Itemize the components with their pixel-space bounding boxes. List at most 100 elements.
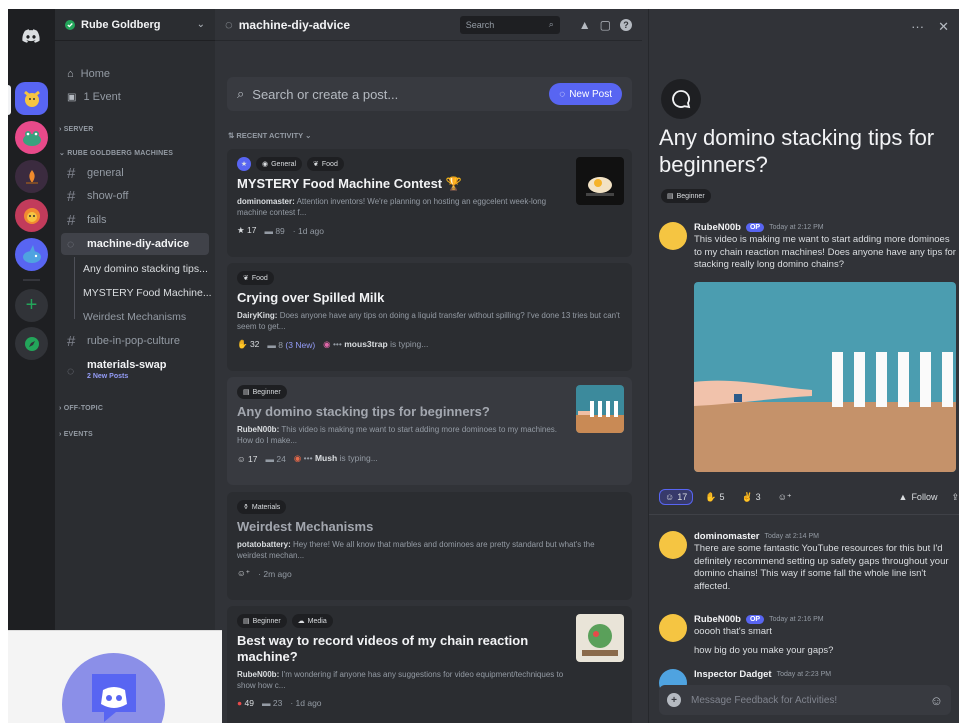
post-card[interactable]: ❦ Food Crying over Spilled Milk DairyKin…	[227, 263, 632, 371]
search-or-create-post[interactable]: ⌕ Search or create a post... ◌ New Post	[227, 77, 632, 111]
avatar[interactable]	[659, 531, 687, 559]
thread-mystery-food[interactable]: MYSTERY Food Machine...	[83, 287, 212, 299]
forum-icon: ◌	[67, 237, 75, 251]
timestamp: Today at 2:16 PM	[769, 616, 824, 623]
channel-rube-in-pop-culture[interactable]: # rube-in-pop-culture	[61, 330, 209, 352]
reply-count: ▬ 8 (3 New)	[267, 339, 316, 350]
reaction-chip[interactable]: ✋ 5	[700, 490, 729, 505]
chevron-down-icon: ⌄	[196, 19, 205, 30]
hash-icon: #	[67, 211, 76, 229]
forum-title: machine-diy-advice	[238, 17, 351, 32]
post-thumbnail	[576, 157, 624, 205]
post-card-selected[interactable]: ▤ Beginner Any domino stacking tips for …	[227, 377, 632, 485]
discord-home-icon[interactable]	[18, 23, 44, 49]
reaction-chip[interactable]: ✌ 3	[736, 490, 765, 505]
explore-servers-icon[interactable]	[15, 327, 48, 360]
bell-icon[interactable]: ▲	[579, 18, 591, 32]
nav-events[interactable]: ▣ 1 Event	[61, 86, 209, 108]
message-input[interactable]: + Message Feedback for Activities! ☺	[659, 685, 951, 715]
channel-general[interactable]: # general	[61, 162, 209, 184]
hash-icon: #	[67, 332, 76, 350]
hash-icon: #	[67, 164, 76, 182]
avatar[interactable]	[659, 614, 687, 642]
channel-show-off[interactable]: # show-off	[61, 185, 209, 207]
tag-general: ◉ General	[256, 157, 303, 171]
add-reaction-icon[interactable]: ☺⁺	[237, 568, 250, 579]
post-preview: DairyKing: Does anyone have any tips on …	[237, 311, 620, 331]
tag-beginner: ▤ Beginner	[237, 385, 287, 399]
emoji-icon[interactable]: ☺	[930, 693, 943, 708]
post-card[interactable]: ▤ Beginner ☁ Media Best way to record vi…	[227, 606, 632, 723]
tag-media: ☁ Media	[291, 614, 333, 628]
tag-materials: ⚱ Materials	[237, 500, 287, 514]
add-server-icon[interactable]: +	[15, 289, 48, 322]
server-campfire-icon[interactable]	[15, 160, 48, 193]
help-icon[interactable]: ?	[620, 18, 632, 31]
nav-home[interactable]: ⌂ Home	[61, 63, 209, 85]
category-machines[interactable]: ⌄ RUBE GOLDBERG MACHINES	[59, 149, 173, 157]
thread-weirdest-mechanisms[interactable]: Weirdest Mechanisms	[83, 311, 186, 323]
server-rail: +	[8, 9, 55, 723]
username: dominomaster	[694, 531, 760, 542]
new-posts-badge: 2 New Posts	[87, 373, 129, 380]
post-preview: RubeN00b: I'm wondering if anyone has an…	[237, 670, 564, 690]
reaction-bar: ☺ 17 ✋ 5 ✌ 3 ☺⁺ ▲ Follow ⇪	[659, 489, 959, 505]
server-rube-goldberg-icon[interactable]	[15, 82, 48, 115]
message: Inspector Dadget Today at 2:23 PM	[659, 669, 959, 697]
follow-button[interactable]: ▲ Follow ⇪	[899, 492, 959, 503]
post-time: · 1d ago	[290, 698, 322, 708]
more-options-icon[interactable]: ···	[911, 19, 924, 35]
add-attachment-icon[interactable]: +	[667, 693, 681, 707]
reaction-chip[interactable]: ☺ 17	[659, 489, 694, 505]
typing-indicator: ◉ ••• mous3trap is typing...	[323, 339, 429, 349]
inbox-icon[interactable]: ▢	[600, 18, 611, 32]
server-frog-icon[interactable]	[15, 121, 48, 154]
reaction-count: ☺ 17	[237, 453, 258, 464]
post-card[interactable]: ⚱ Materials Weirdest Mechanisms potatoba…	[227, 492, 632, 600]
thread-domino-tips[interactable]: Any domino stacking tips...	[83, 263, 208, 275]
sort-recent-activity[interactable]: ⇅ RECENT ACTIVITY ⌄	[228, 131, 311, 140]
server-header[interactable]: Rube Goldberg ⌄	[55, 9, 215, 41]
close-icon[interactable]: ✕	[938, 19, 949, 35]
discord-logo-icon	[62, 653, 165, 723]
message-text: This video is making me want to start ad…	[694, 234, 956, 270]
op-badge: OP	[745, 223, 765, 232]
username: RubeN00b	[694, 222, 741, 233]
category-server[interactable]: › SERVER	[59, 126, 94, 133]
reply-count: ▬ 89	[264, 225, 285, 236]
post-title: MYSTERY Food Machine Contest 🏆	[237, 176, 462, 191]
reply-count: ▬ 24	[265, 453, 286, 464]
search-input[interactable]: Search ⌕	[459, 15, 560, 34]
channel-fails[interactable]: # fails	[61, 209, 209, 231]
message: RubeN00b OP Today at 2:12 PM This video is…	[659, 222, 959, 272]
thread-panel: ··· ✕ Any domino stacking tips for begin…	[648, 9, 959, 723]
new-post-button[interactable]: ◌ New Post	[549, 83, 622, 105]
post-preview: RubeN00b: This video is making me want t…	[237, 425, 557, 445]
server-lion-icon[interactable]	[15, 199, 48, 232]
message-text: ooooh that's smart	[694, 626, 772, 637]
username: RubeN00b	[694, 614, 741, 625]
discord-logo-inset	[8, 630, 222, 723]
post-thumbnail	[576, 385, 624, 433]
category-off-topic[interactable]: › OFF-TOPIC	[59, 405, 103, 412]
channel-materials-swap[interactable]: ◌ materials-swap 2 New Posts	[61, 357, 209, 385]
message: RubeN00b OP Today at 2:16 PM ooooh that's …	[659, 614, 959, 657]
reaction-count: ✋ 32	[237, 339, 260, 349]
calendar-icon: ▣	[67, 91, 77, 103]
timestamp: Today at 2:12 PM	[769, 224, 824, 231]
forum-icon: ◌	[67, 364, 75, 378]
add-reaction-icon[interactable]: ☺⁺	[773, 490, 797, 505]
forum-view: ◌ machine-diy-advice Search ⌕ ▲ ▢ ? ⌕ Sea…	[215, 9, 642, 723]
message-image[interactable]	[694, 282, 956, 472]
reaction-count: ● 49	[237, 698, 254, 708]
forum-topbar: ◌ machine-diy-advice Search ⌕ ▲ ▢ ?	[215, 9, 642, 41]
tag-beginner: ▤ Beginner	[661, 189, 711, 203]
server-shark-icon[interactable]	[15, 238, 48, 271]
category-events[interactable]: › EVENTS	[59, 431, 93, 438]
post-card[interactable]: ★ ◉ General ❦ Food MYSTERY Food Machine …	[227, 149, 632, 257]
hash-icon: #	[67, 187, 76, 205]
share-icon[interactable]: ⇪	[951, 492, 959, 503]
thread-icon	[661, 79, 701, 119]
avatar[interactable]	[659, 222, 687, 250]
channel-machine-diy-advice[interactable]: ◌ machine-diy-advice	[61, 233, 209, 255]
